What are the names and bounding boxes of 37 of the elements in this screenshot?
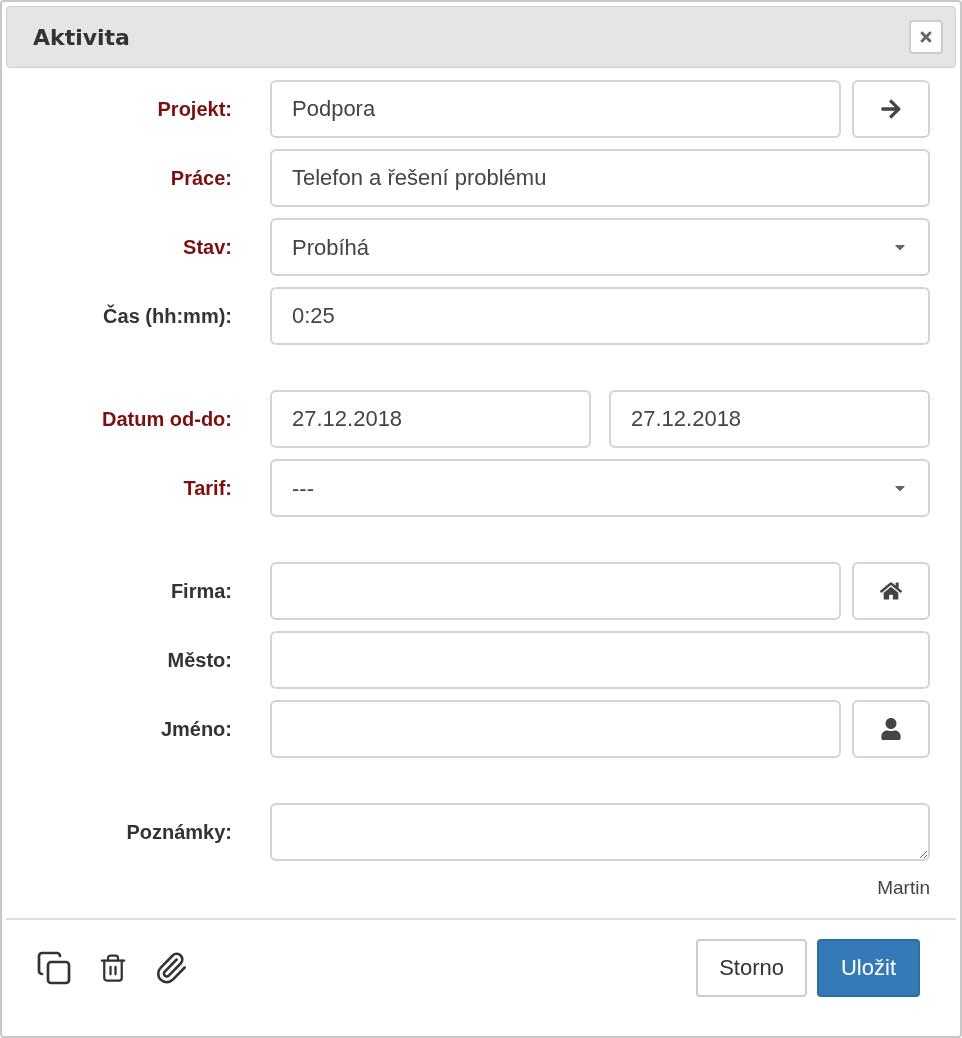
close-icon: [918, 29, 934, 45]
date-field[interactable]: 27.12.2018: [270, 390, 591, 448]
field-label: Práce:: [169, 166, 232, 191]
dialog-title: Aktivita: [33, 23, 130, 52]
text-field[interactable]: [270, 562, 841, 620]
text-field[interactable]: [270, 631, 930, 689]
select-value: ---: [292, 474, 314, 503]
text-field[interactable]: Telefon a řešení problému: [270, 149, 930, 207]
text-field[interactable]: 0:25: [270, 287, 930, 345]
icon-button[interactable]: [852, 562, 930, 620]
select-field[interactable]: Probíhá: [270, 218, 930, 276]
field-label: Město:: [166, 648, 232, 673]
house-icon: [880, 580, 902, 602]
delete-icon[interactable]: [98, 951, 128, 984]
field-label: Tarif:: [182, 476, 232, 501]
field-label: Jméno:: [159, 717, 232, 742]
field-label: Firma:: [169, 579, 232, 604]
notes-field[interactable]: [270, 803, 930, 861]
arrow-right-icon: [880, 98, 902, 120]
text-field[interactable]: [270, 700, 841, 758]
save-button[interactable]: Uložit: [817, 938, 920, 997]
field-label: Stav:: [182, 235, 232, 260]
select-field[interactable]: ---: [270, 459, 930, 517]
icon-button[interactable]: [852, 700, 930, 758]
text-field[interactable]: Podpora: [270, 80, 841, 138]
select-value: Probíhá: [292, 233, 370, 262]
cancel-button[interactable]: Storno: [696, 938, 807, 997]
field-label: Datum od-do:: [101, 407, 232, 432]
author-name: Martin: [877, 876, 930, 900]
close-button[interactable]: [909, 20, 943, 54]
field-label: Poznámky:: [125, 820, 232, 845]
person-icon: [880, 718, 902, 740]
field-label: Čas (hh:mm):: [102, 303, 232, 329]
icon-button[interactable]: [852, 80, 930, 138]
date-field[interactable]: 27.12.2018: [609, 390, 930, 448]
field-label: Projekt:: [156, 97, 232, 122]
copy-icon[interactable]: [36, 949, 72, 986]
